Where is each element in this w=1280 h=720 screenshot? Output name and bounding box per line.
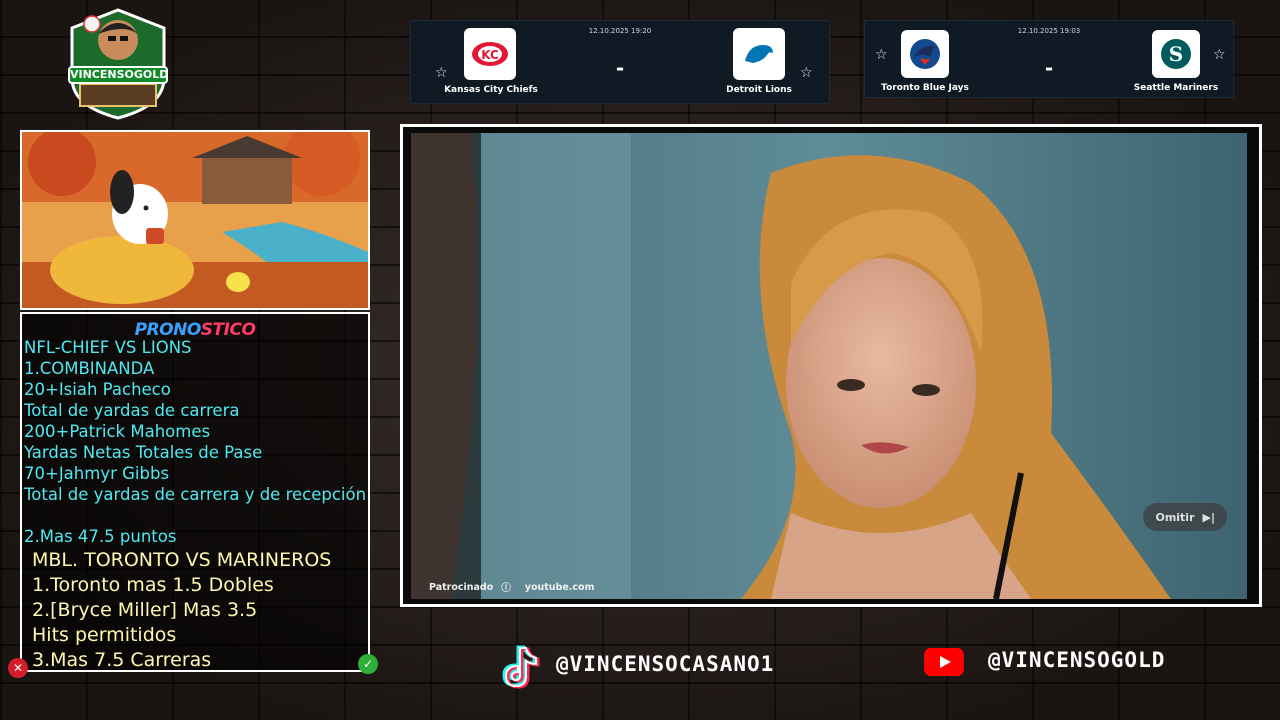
snoopy-illustration — [20, 130, 370, 310]
nfl-pick-line: 1.COMBINANDA — [24, 359, 155, 378]
youtube-icon — [924, 648, 964, 676]
scoreboard-nfl[interactable]: ☆ KC Kansas City Chiefs 12.10.2025 19:20… — [410, 20, 830, 104]
nfl-pick-line: 70+Jahmyr Gibbs — [24, 464, 170, 483]
nfl-pick-line: 20+Isiah Pacheco — [24, 380, 171, 399]
mariners-logo-icon: S — [1152, 30, 1200, 78]
skip-next-icon: ▶| — [1202, 510, 1215, 524]
tiktok-handle: @VINCENSOCASANO1 — [556, 652, 775, 676]
video-ad-content[interactable]: Omitir ▶| Patrocinado ⓘ youtube.com — [411, 133, 1247, 599]
nfl-pick-line: Total de yardas de carrera — [24, 401, 240, 420]
mlb-pick-line: 3.Mas 7.5 Carreras — [32, 649, 212, 671]
skip-ad-button[interactable]: Omitir ▶| — [1143, 503, 1227, 531]
youtube-handle: @VINCENSOGOLD — [988, 648, 1166, 672]
sponsored-label: Patrocinado ⓘ youtube.com — [429, 580, 595, 595]
mlb-pick-line: 1.Toronto mas 1.5 Dobles — [32, 574, 274, 596]
nfl-pick-line: Yardas Netas Totales de Pase — [24, 443, 263, 462]
home-team-name: Kansas City Chiefs — [444, 85, 538, 95]
channel-logo: VINCENSOGOLD — [64, 6, 172, 122]
ad-source[interactable]: youtube.com — [525, 582, 595, 593]
nfl-pick-line: NFL-CHIEF VS LIONS — [24, 338, 192, 357]
nfl-pick-line: 200+Patrick Mahomes — [24, 422, 211, 441]
mlb-pick-line: 2.[Bryce Miller] Mas 3.5 — [32, 599, 258, 621]
favorite-star-icon[interactable]: ☆ — [800, 65, 813, 81]
video-player[interactable]: Omitir ▶| Patrocinado ⓘ youtube.com — [400, 124, 1262, 607]
tiktok-icon — [496, 644, 540, 692]
nfl-pick-line: 2.Mas 47.5 puntos — [24, 527, 177, 546]
info-icon[interactable]: ⓘ — [501, 580, 511, 594]
mlb-pick-line: MBL. TORONTO VS MARINEROS — [32, 549, 332, 571]
mlb-pick-line: Hits permitidos — [32, 624, 177, 646]
check-icon: ✓ — [358, 654, 378, 674]
svg-text:S: S — [1169, 42, 1183, 66]
cross-icon: ✕ — [8, 658, 28, 678]
away-team-name: Detroit Lions — [726, 85, 792, 95]
lions-logo-icon — [733, 28, 785, 80]
away-team-name: Seattle Mariners — [1133, 83, 1219, 93]
nfl-pick-line: Total de yardas de carrera y de recepció… — [24, 485, 367, 504]
prediction-panel: PRONOSTICO NFL-CHIEF VS LIONS 1.COMBINAN… — [20, 312, 370, 672]
logo-text: VINCENSOGOLD — [68, 66, 168, 84]
favorite-star-icon[interactable]: ☆ — [1213, 47, 1226, 63]
scoreboard-mlb[interactable]: ☆ Toronto Blue Jays 12.10.2025 19:03 - S… — [864, 20, 1234, 98]
home-team-name: Toronto Blue Jays — [881, 83, 969, 93]
